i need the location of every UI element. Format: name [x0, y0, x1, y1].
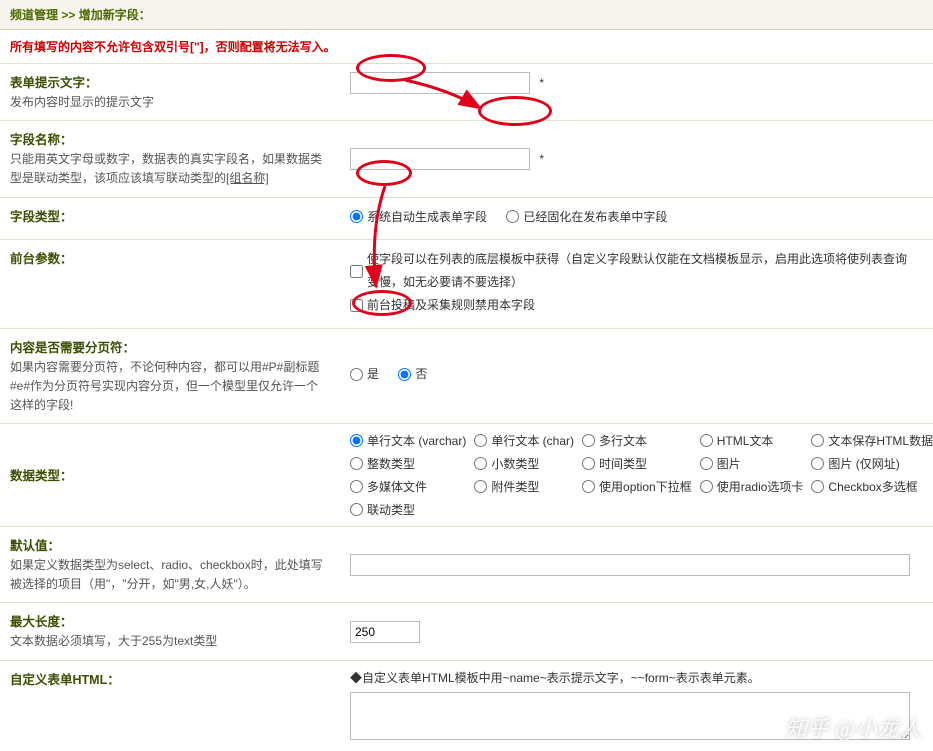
dtype-grid: 单行文本 (varchar)单行文本 (char)多行文本HTML文本文本保存H… [350, 432, 910, 518]
label-page-desc: 如果内容需要分页符，不论何种内容，都可以用#P#副标题#e#作为分页符号实现内容… [10, 358, 330, 416]
fieldname-input[interactable] [350, 148, 530, 170]
label-page-title: 内容是否需要分页符： [10, 337, 330, 356]
label-name-desc: 只能用英文字母或数字，数据表的真实字段名，如果数据类型是联动类型，该项应该填写联… [10, 150, 330, 188]
label-prompt-desc: 发布内容时显示的提示文字 [10, 93, 330, 112]
dtype-radio-1[interactable]: 单行文本 (char) [474, 432, 574, 449]
ftype-radio-fixed[interactable]: 已经固化在发布表单中字段 [506, 206, 667, 229]
dtype-radio-11[interactable]: 附件类型 [474, 478, 574, 495]
label-ftype-title: 字段类型： [10, 206, 330, 225]
label-custom-title: 自定义表单HTML： [10, 669, 330, 688]
front-check-listable[interactable]: 使字段可以在列表的底层模板中获得（自定义字段默认仅能在文档模板显示，启用此选项将… [350, 248, 907, 294]
label-name-title: 字段名称： [10, 129, 330, 148]
breadcrumb-link-a[interactable]: 频道管理 [10, 8, 58, 22]
dtype-radio-2[interactable]: 多行文本 [582, 432, 692, 449]
dtype-radio-8[interactable]: 图片 [700, 455, 804, 472]
dtype-radio-4[interactable]: 文本保存HTML数据 [811, 432, 933, 449]
required-star: * [539, 76, 544, 90]
warning-text: 所有填写的内容不允许包含双引号["]，否则配置将无法写入。 [0, 30, 933, 63]
dtype-radio-3[interactable]: HTML文本 [700, 432, 804, 449]
dtype-radio-9[interactable]: 图片 (仅网址) [811, 455, 933, 472]
dtype-radio-13[interactable]: 使用radio选项卡 [700, 478, 804, 495]
front-check-disable[interactable]: 前台投稿及采集规则禁用本字段 [350, 294, 535, 317]
breadcrumb-sep: >> [58, 8, 79, 22]
label-front-title: 前台参数： [10, 248, 330, 267]
prompt-input[interactable] [350, 72, 530, 94]
label-defv-title: 默认值： [10, 535, 330, 554]
dtype-radio-15[interactable]: 联动类型 [350, 501, 466, 518]
default-value-input[interactable] [350, 554, 910, 576]
maxlen-input[interactable] [350, 621, 420, 643]
dtype-radio-6[interactable]: 小数类型 [474, 455, 574, 472]
label-prompt-title: 表单提示文字： [10, 72, 330, 91]
page-radio-yes[interactable]: 是 [350, 363, 379, 386]
breadcrumb: 频道管理 >> 增加新字段： [0, 0, 933, 30]
dtype-radio-12[interactable]: 使用option下拉框 [582, 478, 692, 495]
label-maxlen-desc: 文本数据必须填写，大于255为text类型 [10, 632, 330, 651]
custom-note: ◆自定义表单HTML模板中用~name~表示提示文字，~~form~表示表单元素… [350, 669, 923, 686]
dtype-radio-0[interactable]: 单行文本 (varchar) [350, 432, 466, 449]
breadcrumb-current: 增加新字段： [79, 8, 151, 22]
dtype-radio-5[interactable]: 整数类型 [350, 455, 466, 472]
dtype-radio-14[interactable]: Checkbox多选框 [811, 478, 933, 495]
dtype-radio-10[interactable]: 多媒体文件 [350, 478, 466, 495]
watermark: 知乎 @小龙人 [785, 711, 921, 743]
label-maxlen-title: 最大长度： [10, 611, 330, 630]
page-radio-no[interactable]: 否 [398, 363, 427, 386]
label-defv-desc: 如果定义数据类型为select、radio、checkbox时，此处填写被选择的… [10, 556, 330, 594]
dtype-radio-7[interactable]: 时间类型 [582, 455, 692, 472]
ftype-radio-auto[interactable]: 系统自动生成表单字段 [350, 206, 487, 229]
label-dtype-title: 数据类型： [10, 465, 330, 484]
required-star: * [539, 152, 544, 166]
form-table: 表单提示文字： 发布内容时显示的提示文字 * 字段名称： 只能用英文字母或数字，… [0, 63, 933, 751]
